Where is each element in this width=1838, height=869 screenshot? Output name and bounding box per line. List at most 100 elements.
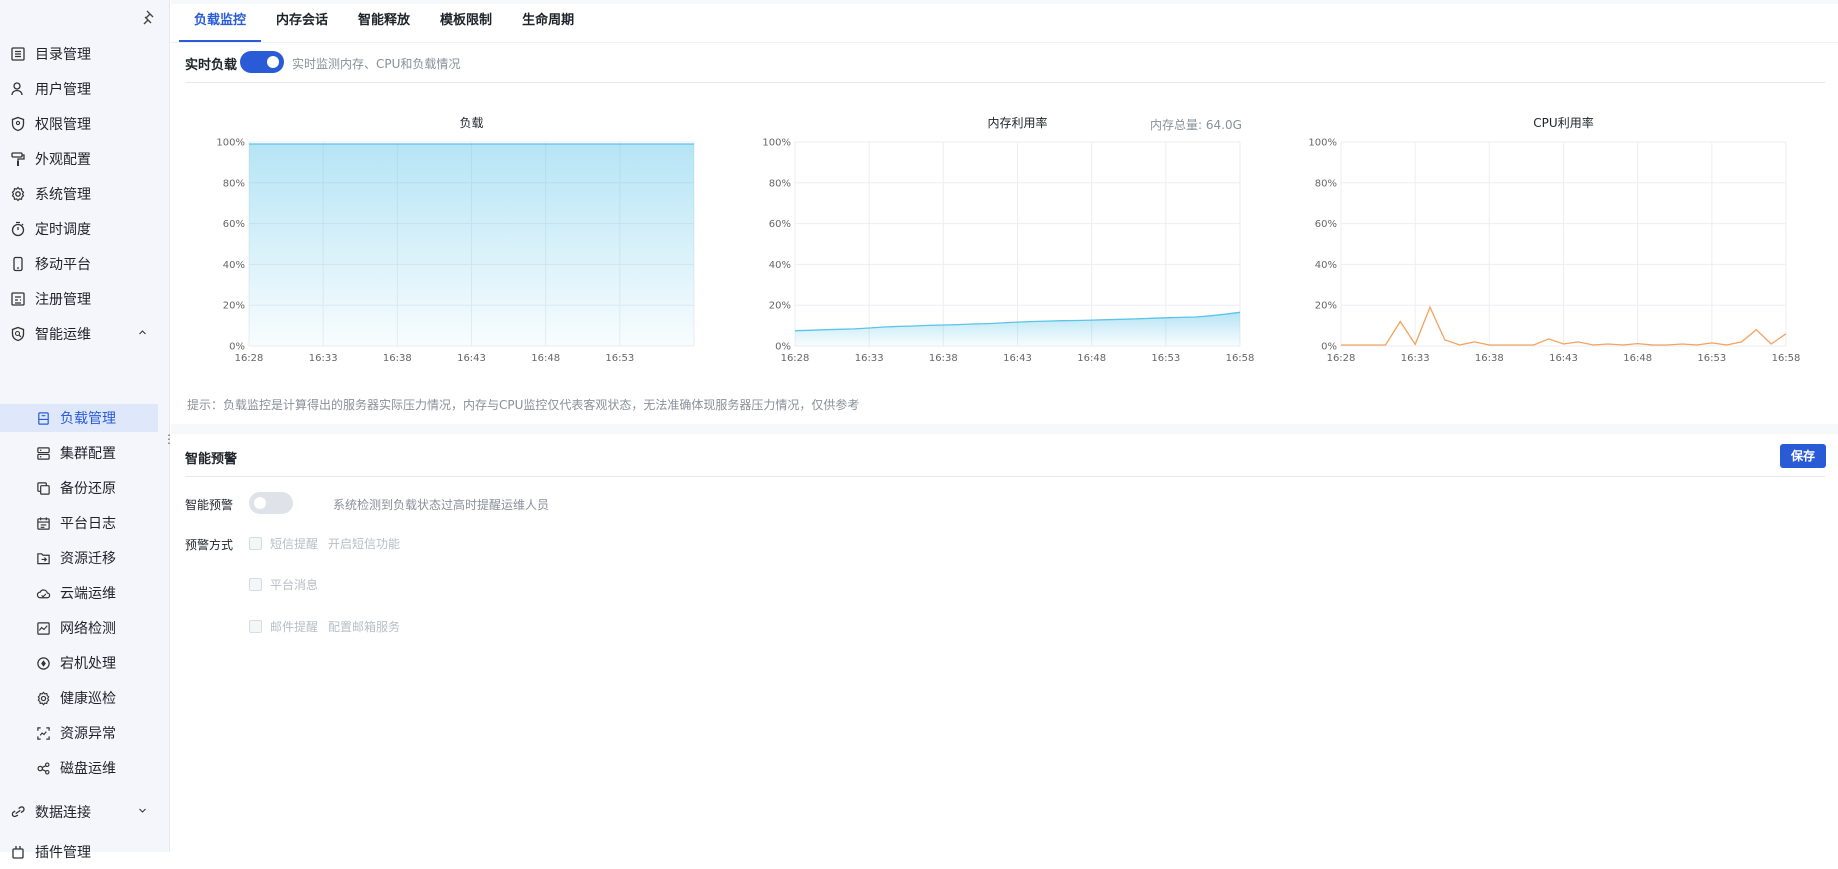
sidebar-subitem-label: 磁盘运维 (60, 758, 116, 778)
y-tick-label: 20% (223, 301, 245, 312)
x-tick-label: 16:58 (1772, 353, 1801, 364)
sidebar-item-label: 注册管理 (35, 289, 91, 309)
x-tick-label: 16:43 (457, 353, 486, 364)
realtime-toggle[interactable] (240, 51, 284, 73)
sidebar-subitem-2[interactable]: 集群配置 (0, 439, 158, 467)
y-tick-label: 0% (1321, 342, 1337, 353)
save-button[interactable]: 保存 (1780, 444, 1826, 468)
method-sms[interactable]: 短信提醒 开启短信功能 (249, 534, 400, 552)
sidebar-subitem-9[interactable]: 健康巡检 (0, 684, 158, 712)
sidebar-item-label: 用户管理 (35, 79, 91, 99)
email-checkbox[interactable] (249, 620, 262, 633)
y-tick-label: 60% (769, 219, 791, 230)
tab-smart-release[interactable]: 智能释放 (343, 0, 425, 42)
series-area (249, 144, 694, 346)
sidebar-after-item-1[interactable]: 数据连接 (0, 795, 170, 829)
tab-memory-session[interactable]: 内存会话 (261, 0, 343, 42)
sms-label: 短信提醒 (270, 535, 318, 552)
y-tick-label: 20% (769, 301, 791, 312)
sidebar-item-7[interactable]: 移动平台 (0, 247, 170, 281)
tab-lifecycle[interactable]: 生命周期 (507, 0, 589, 42)
sidebar-item-label: 移动平台 (35, 254, 91, 274)
tab-template-limit[interactable]: 模板限制 (425, 0, 507, 42)
chevron-down-icon (138, 806, 150, 818)
sidebar-subitem-3[interactable]: 备份还原 (0, 474, 158, 502)
y-tick-label: 60% (1315, 219, 1337, 230)
y-tick-label: 100% (1308, 138, 1337, 149)
sidebar-subitem-label: 资源异常 (60, 723, 116, 743)
alert-method-label: 预警方式 (185, 536, 233, 553)
sidebar-subitem-5[interactable]: 资源迁移 (0, 544, 158, 572)
sidebar-subitem-label: 云端运维 (60, 583, 116, 603)
sidebar-subitem-10[interactable]: 资源异常 (0, 719, 158, 747)
folder-move-icon (36, 551, 51, 566)
x-tick-label: 16:43 (1549, 353, 1578, 364)
sidebar-item-1[interactable]: 目录管理 (0, 37, 170, 71)
cpu-chart: CPU利用率0%20%40%60%80%100%16:2816:3316:381… (1303, 110, 1773, 370)
backup-icon (36, 481, 51, 496)
sidebar-after-item-2[interactable]: 插件管理 (0, 835, 170, 869)
y-tick-label: 80% (1315, 178, 1337, 189)
sidebar-subitem-label: 集群配置 (60, 443, 116, 463)
sidebar-item-label: 定时调度 (35, 219, 91, 239)
sidebar-subitem-label: 网络检测 (60, 618, 116, 638)
x-tick-label: 16:58 (1226, 353, 1255, 364)
y-tick-label: 0% (229, 342, 245, 353)
alert-toggle[interactable] (249, 492, 293, 514)
sidebar-item-3[interactable]: 权限管理 (0, 107, 170, 141)
x-tick-label: 16:33 (1401, 353, 1430, 364)
pin-icon[interactable] (141, 9, 159, 27)
sidebar-item-9[interactable]: 智能运维 (0, 317, 170, 351)
x-tick-label: 16:28 (781, 353, 810, 364)
tab-bar: 负载监控 内存会话 智能释放 模板限制 生命周期 (179, 0, 589, 42)
sidebar-subitem-4[interactable]: 平台日志 (0, 509, 158, 537)
sidebar-item-6[interactable]: 定时调度 (0, 212, 170, 246)
sms-config-link[interactable]: 开启短信功能 (328, 535, 400, 552)
tab-load-monitor[interactable]: 负载监控 (179, 0, 261, 42)
email-label: 邮件提醒 (270, 618, 318, 635)
y-tick-label: 40% (1315, 260, 1337, 271)
y-tick-label: 100% (762, 138, 791, 149)
realtime-bar: 实时负载 实时监测内存、CPU和负载情况 (185, 41, 1825, 83)
sidebar-subitem-label: 平台日志 (60, 513, 116, 533)
plugin-icon (10, 844, 26, 860)
load-chart: 负载0%20%40%60%80%100%16:2816:3316:3816:43… (211, 110, 681, 370)
x-tick-label: 16:33 (309, 353, 338, 364)
sidebar-subitem-7[interactable]: 网络检测 (0, 614, 158, 642)
chart-title: CPU利用率 (1533, 115, 1593, 130)
email-config-link[interactable]: 配置邮箱服务 (328, 618, 400, 635)
sms-checkbox[interactable] (249, 537, 262, 550)
gear-icon (10, 186, 26, 202)
y-tick-label: 100% (216, 138, 245, 149)
x-tick-label: 16:28 (1327, 353, 1356, 364)
sidebar-item-4[interactable]: 外观配置 (0, 142, 170, 176)
list-icon (10, 46, 26, 62)
sidebar-item-5[interactable]: 系统管理 (0, 177, 170, 211)
y-tick-label: 20% (1315, 301, 1337, 312)
platform-label: 平台消息 (270, 576, 318, 593)
sidebar-item-8[interactable]: 注册管理 (0, 282, 170, 316)
sidebar-subitem-label: 负载管理 (60, 408, 116, 428)
network-icon (36, 621, 51, 636)
method-platform[interactable]: 平台消息 (249, 575, 318, 593)
sidebar-subitem-8[interactable]: 宕机处理 (0, 649, 158, 677)
disk-nodes-icon (36, 761, 51, 776)
cloud-icon (36, 586, 51, 601)
x-tick-label: 16:38 (929, 353, 958, 364)
memory-total: 内存总量: 64.0G (1150, 116, 1242, 133)
sidebar-subitem-label: 健康巡检 (60, 688, 116, 708)
memory-chart: 内存利用率0%20%40%60%80%100%16:2816:3316:3816… (757, 110, 1227, 370)
sidebar-item-label: 目录管理 (35, 44, 91, 64)
sidebar-item-label: 智能运维 (35, 324, 91, 344)
method-email[interactable]: 邮件提醒 配置邮箱服务 (249, 617, 400, 635)
x-tick-label: 16:28 (235, 353, 264, 364)
platform-checkbox[interactable] (249, 578, 262, 591)
sidebar-subitem-1[interactable]: 负载管理 (0, 404, 158, 432)
sidebar-item-label: 外观配置 (35, 149, 91, 169)
chart-title: 内存利用率 (987, 115, 1047, 130)
x-tick-label: 16:38 (383, 353, 412, 364)
sidebar-subitem-11[interactable]: 磁盘运维 (0, 754, 158, 782)
x-tick-label: 16:53 (1697, 353, 1726, 364)
sidebar-subitem-6[interactable]: 云端运维 (0, 579, 158, 607)
sidebar-item-2[interactable]: 用户管理 (0, 72, 170, 106)
